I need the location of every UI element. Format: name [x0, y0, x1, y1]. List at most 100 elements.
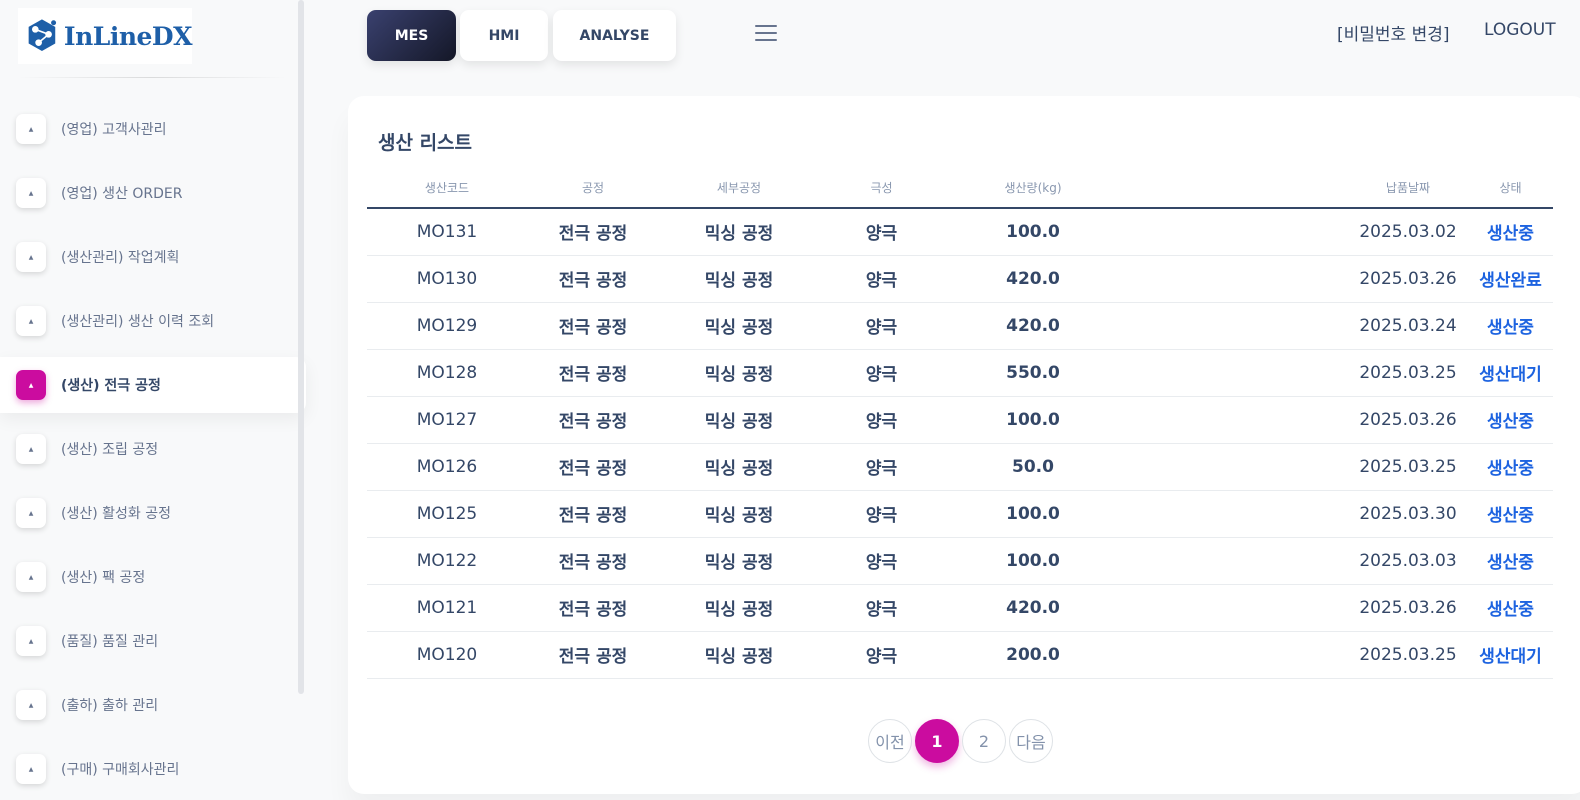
sidebar-scrollbar[interactable]: [298, 0, 304, 694]
status-badge: 생산대기: [1468, 349, 1553, 397]
cell-process: 전극 공정: [527, 208, 659, 256]
cell-date: 2025.03.25: [1348, 349, 1468, 397]
hmi-button[interactable]: HMI: [460, 10, 548, 61]
logo[interactable]: InLineDX: [18, 8, 193, 64]
cell-process: 전극 공정: [527, 302, 659, 350]
production-list-card: 생산 리스트 생산코드 공정 세부공정 극성 생산량(kg) 납품날짜 상태 M…: [348, 96, 1580, 794]
cell-polarity: 양극: [819, 208, 944, 256]
menu-icon[interactable]: [755, 25, 777, 41]
cell-polarity: 양극: [819, 537, 944, 585]
cell-quantity: 420.0: [944, 302, 1122, 350]
table-row[interactable]: MO121 전극 공정 믹싱 공정 양극 420.0 2025.03.26 생산…: [367, 584, 1553, 632]
table-row[interactable]: MO128 전극 공정 믹싱 공정 양극 550.0 2025.03.25 생산…: [367, 349, 1553, 397]
next-page-button[interactable]: 다음: [1009, 719, 1053, 763]
table-row[interactable]: MO131 전극 공정 믹싱 공정 양극 100.0 2025.03.02 생산…: [367, 208, 1553, 256]
analyse-button[interactable]: ANALYSE: [553, 10, 676, 61]
cell-process: 전극 공정: [527, 537, 659, 585]
column-header[interactable]: 상태: [1468, 168, 1553, 209]
cell-polarity: 양극: [819, 349, 944, 397]
page-button-1[interactable]: 1: [915, 719, 959, 763]
cell-process: 전극 공정: [527, 584, 659, 632]
sidebar-item-work-plan[interactable]: ▲ (생산관리) 작업계획: [0, 225, 306, 289]
column-header[interactable]: 납품날짜: [1348, 168, 1468, 209]
sidebar-item-label: (생산) 조립 공정: [61, 442, 159, 458]
cell-code: MO128: [367, 349, 527, 397]
nav-item-icon: ▲: [16, 498, 46, 528]
cell-code: MO121: [367, 584, 527, 632]
status-badge: 생산중: [1468, 537, 1553, 585]
cell-subprocess: 믹싱 공정: [659, 396, 819, 444]
status-badge: 생산대기: [1468, 631, 1553, 679]
sidebar-item-shipping[interactable]: ▲ (출하) 출하 관리: [0, 673, 306, 737]
logout-link[interactable]: LOGOUT: [1484, 20, 1556, 40]
status-badge: 생산중: [1468, 490, 1553, 538]
cell-date: 2025.03.25: [1348, 631, 1468, 679]
cell-date: 2025.03.26: [1348, 396, 1468, 444]
table-row[interactable]: MO127 전극 공정 믹싱 공정 양극 100.0 2025.03.26 생산…: [367, 396, 1553, 444]
sidebar-item-customer[interactable]: ▲ (영업) 고객사관리: [0, 97, 306, 161]
cell-code: MO120: [367, 631, 527, 679]
cell-subprocess: 믹싱 공정: [659, 443, 819, 491]
cell-empty: [1122, 349, 1348, 397]
sidebar-item-label: (품질) 품질 관리: [61, 634, 159, 650]
sidebar-item-label: (생산) 활성화 공정: [61, 506, 171, 522]
cell-polarity: 양극: [819, 490, 944, 538]
cell-process: 전극 공정: [527, 349, 659, 397]
sidebar-divider: [18, 77, 286, 78]
cell-empty: [1122, 584, 1348, 632]
table-header: 생산코드 공정 세부공정 극성 생산량(kg) 납품날짜 상태: [367, 168, 1553, 209]
cell-quantity: 420.0: [944, 584, 1122, 632]
column-header[interactable]: 공정: [527, 168, 659, 209]
cell-subprocess: 믹싱 공정: [659, 302, 819, 350]
cell-subprocess: 믹싱 공정: [659, 490, 819, 538]
cell-polarity: 양극: [819, 584, 944, 632]
cell-polarity: 양극: [819, 302, 944, 350]
cell-date: 2025.03.03: [1348, 537, 1468, 585]
pagination: 이전 1 2 다음: [868, 719, 1056, 763]
sidebar-item-pack[interactable]: ▲ (생산) 팩 공정: [0, 545, 306, 609]
sidebar-item-label: (생산관리) 생산 이력 조회: [61, 314, 215, 330]
sidebar-item-electrode[interactable]: ▲ (생산) 전극 공정: [0, 357, 306, 413]
table-row[interactable]: MO126 전극 공정 믹싱 공정 양극 50.0 2025.03.25 생산중: [367, 443, 1553, 491]
sidebar-item-purchase[interactable]: ▲ (구매) 구매회사관리: [0, 737, 306, 800]
sidebar-item-history[interactable]: ▲ (생산관리) 생산 이력 조회: [0, 289, 306, 353]
status-badge: 생산중: [1468, 584, 1553, 632]
cell-subprocess: 믹싱 공정: [659, 584, 819, 632]
cell-date: 2025.03.02: [1348, 208, 1468, 256]
table-row[interactable]: MO129 전극 공정 믹싱 공정 양극 420.0 2025.03.24 생산…: [367, 302, 1553, 350]
status-badge: 생산중: [1468, 302, 1553, 350]
cell-polarity: 양극: [819, 631, 944, 679]
column-header[interactable]: 생산코드: [367, 168, 527, 209]
cell-date: 2025.03.26: [1348, 584, 1468, 632]
nav-item-icon: ▲: [16, 242, 46, 272]
change-password-link[interactable]: [비밀번호 변경]: [1337, 20, 1450, 45]
prev-page-button[interactable]: 이전: [868, 719, 912, 763]
mes-button[interactable]: MES: [367, 10, 456, 61]
cell-code: MO125: [367, 490, 527, 538]
table-row[interactable]: MO120 전극 공정 믹싱 공정 양극 200.0 2025.03.25 생산…: [367, 631, 1553, 679]
nav-item-icon: ▲: [16, 626, 46, 656]
table-row[interactable]: MO125 전극 공정 믹싱 공정 양극 100.0 2025.03.30 생산…: [367, 490, 1553, 538]
table-row[interactable]: MO122 전극 공정 믹싱 공정 양극 100.0 2025.03.03 생산…: [367, 537, 1553, 585]
column-header[interactable]: 생산량(kg): [944, 168, 1122, 209]
cell-quantity: 200.0: [944, 631, 1122, 679]
page-title: 생산 리스트: [378, 132, 473, 154]
sidebar-item-assembly[interactable]: ▲ (생산) 조립 공정: [0, 417, 306, 481]
nav-item-icon: ▲: [16, 690, 46, 720]
cell-subprocess: 믹싱 공정: [659, 255, 819, 303]
sidebar-item-order[interactable]: ▲ (영업) 생산 ORDER: [0, 161, 306, 225]
sidebar-item-activation[interactable]: ▲ (생산) 활성화 공정: [0, 481, 306, 545]
table-row[interactable]: MO130 전극 공정 믹싱 공정 양극 420.0 2025.03.26 생산…: [367, 255, 1553, 303]
sidebar-item-quality[interactable]: ▲ (품질) 품질 관리: [0, 609, 306, 673]
column-header[interactable]: 극성: [819, 168, 944, 209]
cell-empty: [1122, 255, 1348, 303]
cell-code: MO127: [367, 396, 527, 444]
column-header[interactable]: 세부공정: [659, 168, 819, 209]
cell-quantity: 50.0: [944, 443, 1122, 491]
nav-item-icon: ▲: [16, 306, 46, 336]
cell-code: MO131: [367, 208, 527, 256]
nav-item-icon: ▲: [16, 114, 46, 144]
page-button-2[interactable]: 2: [962, 719, 1006, 763]
cell-subprocess: 믹싱 공정: [659, 208, 819, 256]
cell-date: 2025.03.24: [1348, 302, 1468, 350]
